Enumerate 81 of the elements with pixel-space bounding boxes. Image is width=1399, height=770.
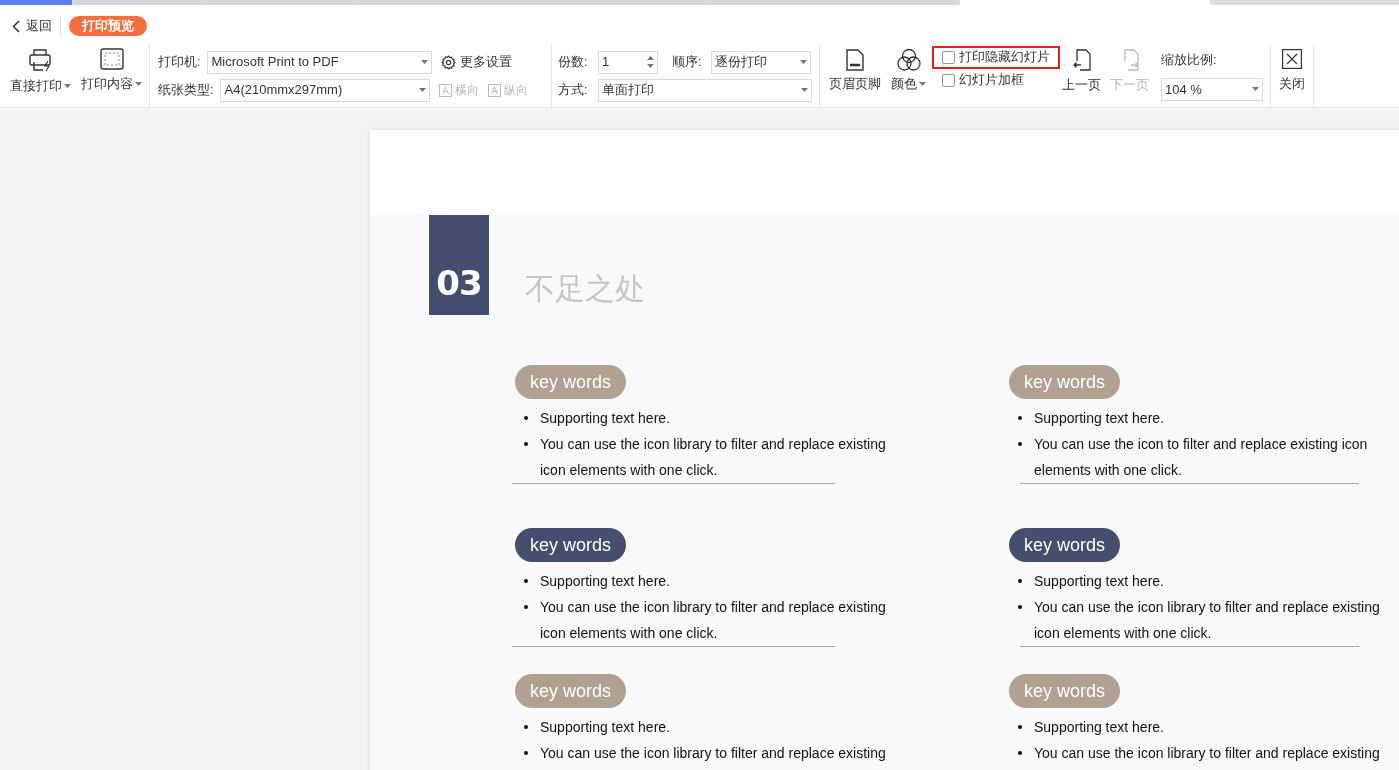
bullet-icon xyxy=(524,751,528,755)
caret-icon xyxy=(419,88,427,92)
printer-select[interactable]: Microsoft Print to PDF xyxy=(207,50,433,74)
bullet-text: Supporting text here. xyxy=(540,718,670,737)
bullet-icon xyxy=(1018,442,1022,446)
checkbox-option[interactable]: 打印隐藏幻灯片 xyxy=(932,46,1060,69)
bullet-icon xyxy=(524,605,528,609)
caret-icon xyxy=(1252,87,1259,92)
keyword-pill: key words xyxy=(1009,528,1121,562)
caret-icon xyxy=(801,88,808,92)
back-button[interactable]: 返回 xyxy=(12,16,60,36)
tab[interactable] xyxy=(0,0,72,5)
bullet-text: You can use the icon library to filter and replace existing icon elements with one click. xyxy=(1034,598,1381,643)
bullet-icon xyxy=(524,442,528,446)
document-icon xyxy=(846,49,864,71)
more-settings-button[interactable]: 更多设置 xyxy=(441,52,513,72)
bullet-icon xyxy=(524,725,528,729)
bullet-icon xyxy=(524,579,528,583)
caret-icon xyxy=(64,84,71,89)
bullet-text: You can use the icon library to filter and replace existing icon elements with one click. xyxy=(540,435,887,480)
bullet-icon xyxy=(1018,751,1022,755)
page-icon xyxy=(488,83,502,97)
keyword-pill: key words xyxy=(1009,365,1121,399)
tab[interactable] xyxy=(204,0,354,5)
bullet-text: Supporting text here. xyxy=(1034,718,1164,737)
tab[interactable] xyxy=(74,0,202,5)
field-label: 份数: xyxy=(558,53,589,71)
gear-icon xyxy=(441,54,457,70)
direct-print-button[interactable]: 直接打印 xyxy=(10,45,71,107)
bullet-text: You can use the icon library to filter and replace existing xyxy=(540,744,886,763)
checkbox[interactable] xyxy=(942,74,955,87)
field-label: 缩放比例: xyxy=(1161,52,1218,70)
bullet-text: Supporting text here. xyxy=(540,572,670,591)
dashed-frame-icon xyxy=(99,48,124,70)
checkbox[interactable] xyxy=(942,51,955,64)
caret-icon xyxy=(800,60,807,64)
bullet-text: You can use the icon library to filter and replace existing xyxy=(1034,744,1380,763)
field-label: 顺序: xyxy=(672,53,703,71)
bullet-icon xyxy=(524,416,528,420)
field-label: 方式: xyxy=(558,81,589,99)
page-title-badge: 打印预览 xyxy=(69,16,147,36)
checkbox-option[interactable]: 幻灯片加框 xyxy=(932,69,1060,92)
caret-icon xyxy=(919,82,926,87)
bullet-text: Supporting text here. xyxy=(540,409,670,428)
overlapping-circles-icon xyxy=(895,48,922,72)
bullet-icon xyxy=(1018,579,1022,583)
page-arrow-icon xyxy=(1071,49,1092,71)
bullet-icon xyxy=(1018,416,1022,420)
tab[interactable] xyxy=(708,0,958,5)
bullet-text: Supporting text here. xyxy=(1034,409,1164,428)
close-button[interactable]: 关闭 xyxy=(1279,45,1305,94)
color-button[interactable]: 颜色 xyxy=(891,45,926,107)
header-footer-button[interactable]: 页眉页脚 xyxy=(829,45,881,107)
field-label: 打印机: xyxy=(158,53,201,71)
printer-icon xyxy=(27,48,54,72)
spinner-arrows-icon xyxy=(647,56,654,68)
mode-select[interactable]: 单面打印 xyxy=(598,78,812,102)
chevron-left-icon xyxy=(12,19,20,33)
copies-spinner[interactable]: 1 xyxy=(598,50,658,74)
bullet-text: You can use the icon to filter and replace existing icon elements with one click. xyxy=(1034,435,1369,480)
caret-icon xyxy=(135,82,142,87)
bullet-icon xyxy=(1018,605,1022,609)
keyword-pill: key words xyxy=(515,365,627,399)
bullet-text: Supporting text here. xyxy=(1034,572,1164,591)
bullet-icon xyxy=(1018,725,1022,729)
paper-select[interactable]: A4(210mmx297mm) xyxy=(220,78,431,102)
tab[interactable] xyxy=(356,0,706,5)
tab[interactable] xyxy=(960,0,1210,5)
print-content-button[interactable]: 打印内容 xyxy=(81,45,142,107)
page-icon xyxy=(439,83,453,97)
caret-icon xyxy=(421,60,429,64)
keyword-pill: key words xyxy=(515,674,627,708)
zoom-select[interactable]: 104 % xyxy=(1161,77,1263,101)
keyword-pill: key words xyxy=(1009,674,1121,708)
order-select[interactable]: 逐份打印 xyxy=(711,50,811,74)
bullet-text: You can use the icon library to filter and replace existing icon elements with one click. xyxy=(540,598,887,643)
field-label: 纸张类型: xyxy=(158,81,214,99)
previous-page-button[interactable]: 上一页 xyxy=(1062,45,1101,107)
close-icon xyxy=(1282,49,1302,69)
keyword-pill: key words xyxy=(515,528,627,562)
section-number-block: 03 xyxy=(429,215,489,315)
